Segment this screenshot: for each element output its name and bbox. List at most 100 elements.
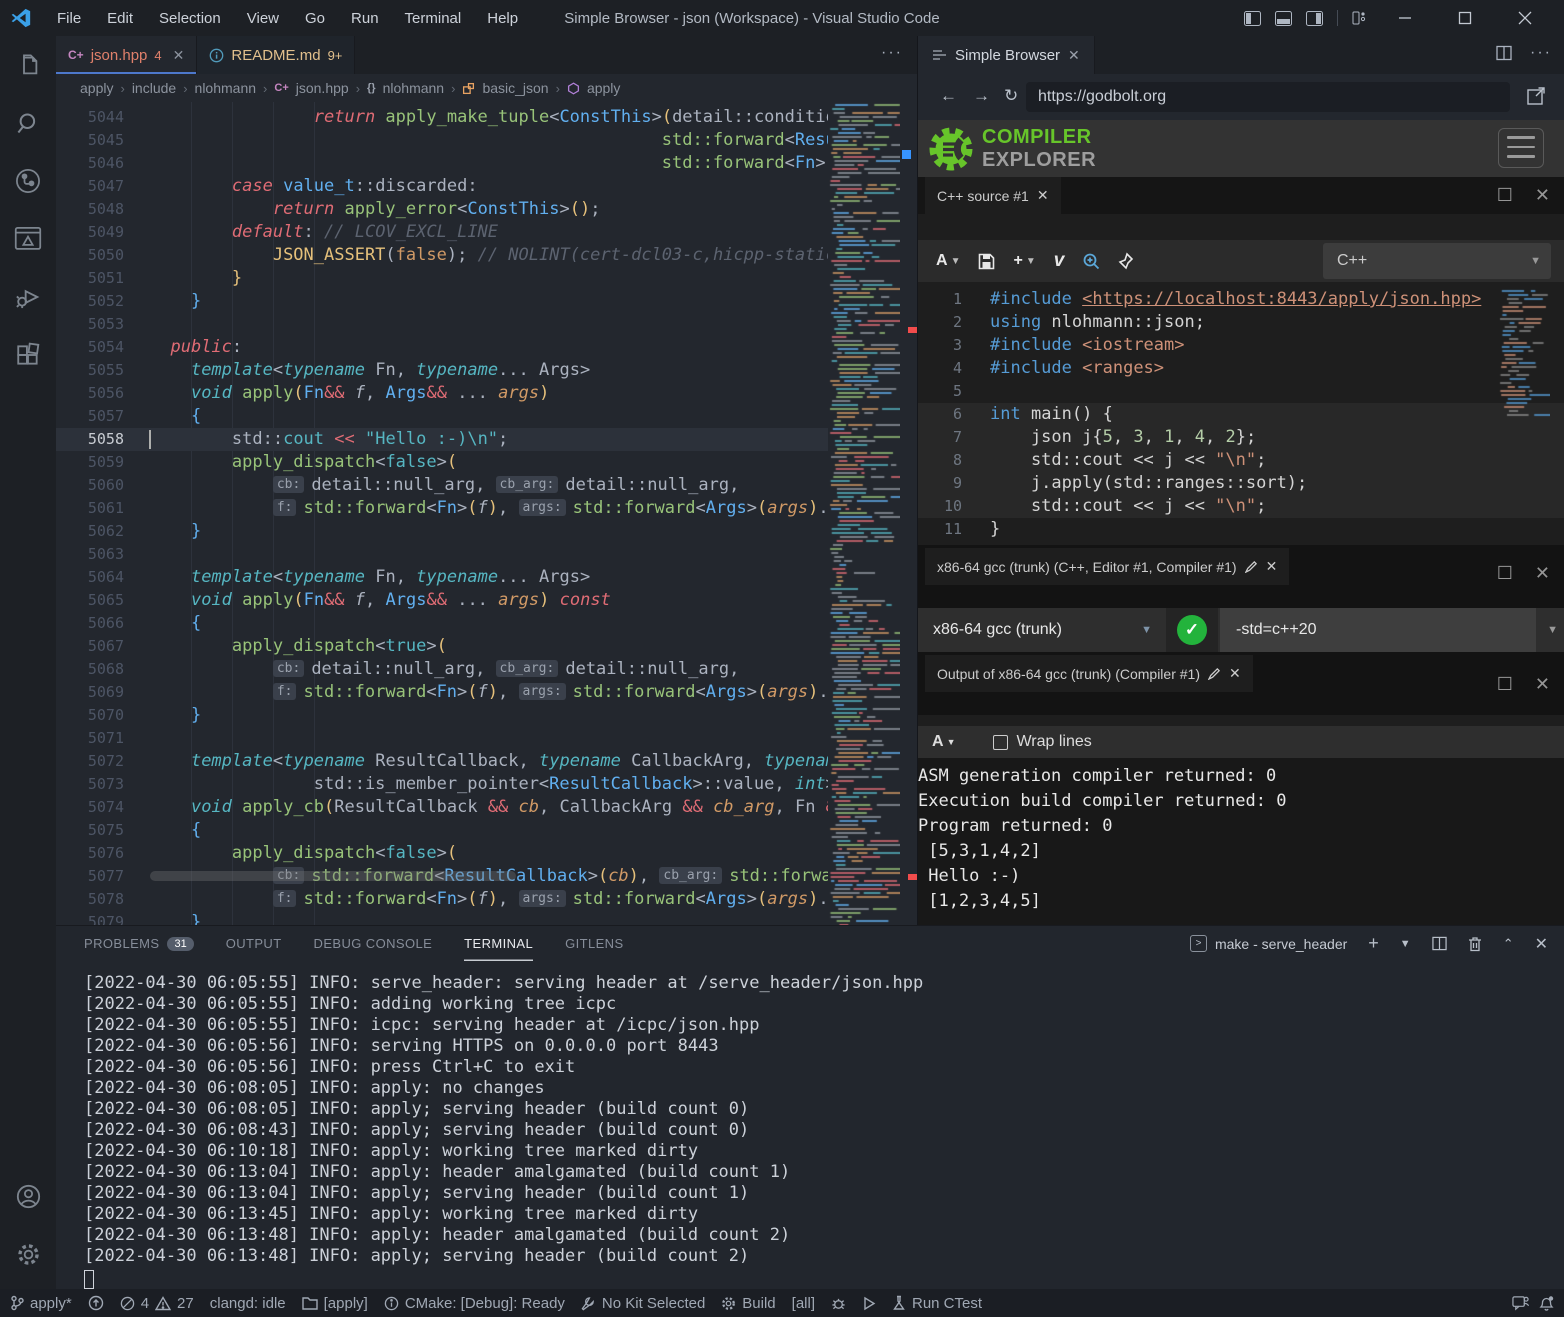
maximize-pane-icon[interactable]: ☐ (1497, 185, 1513, 206)
toggle-secondary-sidebar-icon[interactable] (1306, 11, 1323, 26)
args-dropdown-icon[interactable]: ▼ (1547, 608, 1558, 652)
toggle-panel-icon[interactable] (1275, 11, 1292, 26)
forward-icon[interactable]: → (973, 86, 990, 106)
new-terminal-icon[interactable]: + (1368, 933, 1379, 954)
compiler-args-input[interactable]: -std=c++20 (1220, 608, 1536, 652)
breadcrumb-item[interactable]: json.hpp (296, 80, 349, 96)
settings-gear-icon[interactable] (0, 1225, 56, 1283)
menu-view[interactable]: View (236, 6, 290, 31)
menu-go[interactable]: Go (294, 6, 336, 31)
back-icon[interactable]: ← (940, 86, 957, 106)
language-select[interactable]: C++▼ (1323, 243, 1551, 279)
workspace-status[interactable]: [apply] (294, 1295, 376, 1312)
debug-button[interactable] (823, 1296, 854, 1311)
clangd-status[interactable]: clangd: idle (202, 1295, 294, 1312)
launch-button[interactable] (854, 1296, 884, 1311)
kill-terminal-icon[interactable] (1468, 936, 1482, 952)
menu-help[interactable]: Help (476, 6, 529, 31)
zoom-icon[interactable] (1082, 252, 1100, 270)
menu-edit[interactable]: Edit (96, 6, 144, 31)
extensions-icon[interactable] (0, 326, 56, 384)
tab-cpp-source[interactable]: C++ source #1✕ (925, 177, 1061, 214)
hamburger-menu-icon[interactable] (1498, 128, 1544, 168)
tab-output[interactable]: Output of x86-64 gcc (trunk) (Compiler #… (925, 655, 1253, 692)
close-pane-icon[interactable]: ✕ (1535, 563, 1550, 584)
editor-more-actions[interactable]: ··· (881, 44, 903, 62)
tab-compiler[interactable]: x86-64 gcc (trunk) (C++, Editor #1, Comp… (925, 548, 1289, 585)
split-terminal-icon[interactable] (1432, 936, 1447, 951)
rename-icon[interactable] (1208, 667, 1221, 680)
tab-close-icon[interactable]: ✕ (1229, 665, 1241, 682)
rename-icon[interactable] (1245, 560, 1258, 573)
tab-output[interactable]: OUTPUT (226, 926, 282, 961)
ctest-button[interactable]: Run CTest (884, 1295, 990, 1312)
source-control-icon[interactable] (0, 152, 56, 210)
menu-run[interactable]: Run (340, 6, 390, 31)
publish-status[interactable] (80, 1295, 112, 1311)
problems-status[interactable]: 4 27 (112, 1295, 202, 1312)
pin-icon[interactable] (1118, 252, 1134, 270)
run-debug-icon[interactable] (0, 268, 56, 326)
terminal-dropdown-icon[interactable]: ▼ (1400, 938, 1411, 950)
close-pane-icon[interactable]: ✕ (1535, 185, 1550, 206)
kit-status[interactable]: No Kit Selected (573, 1295, 713, 1312)
tab-readme-md[interactable]: README.md 9+ (197, 36, 355, 74)
font-size-button[interactable]: A▼ (932, 733, 955, 751)
url-input[interactable]: https://godbolt.org (1026, 82, 1510, 112)
notifications-bell-icon[interactable] (1539, 1295, 1554, 1312)
maximize-button[interactable] (1442, 0, 1488, 36)
maximize-pane-icon[interactable]: ☐ (1497, 674, 1513, 695)
tab-close-icon[interactable]: ✕ (1068, 47, 1080, 64)
menu-file[interactable]: File (46, 6, 92, 31)
build-button[interactable]: Build (713, 1295, 783, 1312)
cmake-status[interactable]: CMake: [Debug]: Ready (376, 1295, 573, 1312)
open-external-icon[interactable] (1526, 86, 1546, 106)
test-panel-icon[interactable] (0, 210, 56, 268)
split-editor-icon[interactable] (1496, 45, 1512, 61)
close-button[interactable] (1502, 0, 1548, 36)
account-icon[interactable] (0, 1167, 56, 1225)
terminal-output[interactable]: [2022-04-30 06:05:55] INFO: serve_header… (84, 973, 1554, 1289)
save-icon[interactable] (978, 253, 995, 270)
explorer-icon[interactable] (0, 36, 56, 94)
add-pane-button[interactable]: +▼ (1013, 252, 1035, 270)
font-size-button[interactable]: A▼ (936, 252, 960, 270)
breadcrumb-item[interactable]: nlohmann (195, 80, 257, 96)
breadcrumb-item[interactable]: nlohmann (383, 80, 445, 96)
tab-close-icon[interactable]: ✕ (1037, 187, 1049, 204)
breadcrumb-item[interactable]: apply (587, 80, 620, 96)
menu-selection[interactable]: Selection (148, 6, 232, 31)
build-target[interactable]: [all] (784, 1295, 823, 1312)
godbolt-source-editor[interactable]: 1#include <https://localhost:8443/apply/… (918, 282, 1564, 545)
code-editor[interactable]: 5044 return apply_make_tuple<ConstThis>(… (56, 102, 917, 925)
maximize-panel-icon[interactable]: ⌃ (1503, 936, 1514, 952)
minimize-button[interactable] (1382, 0, 1428, 36)
tab-gitlens[interactable]: GITLENS (565, 926, 623, 961)
terminal-instance[interactable]: >make - serve_header (1190, 935, 1347, 952)
wrap-lines-checkbox[interactable] (993, 735, 1008, 750)
tab-problems[interactable]: PROBLEMS31 (84, 926, 194, 961)
maximize-pane-icon[interactable]: ☐ (1497, 563, 1513, 584)
reload-icon[interactable]: ↻ (1004, 86, 1018, 106)
branch-status[interactable]: apply* (0, 1295, 80, 1312)
tab-json-hpp[interactable]: C+ json.hpp 4 ✕ (56, 36, 197, 74)
tab-close-icon[interactable]: ✕ (1266, 558, 1278, 575)
customize-layout-icon[interactable] (1352, 10, 1368, 26)
breadcrumb-item[interactable]: apply (80, 80, 113, 96)
close-panel-icon[interactable]: ✕ (1535, 934, 1548, 954)
breadcrumb-item[interactable]: include (132, 80, 176, 96)
tab-terminal[interactable]: TERMINAL (464, 926, 533, 961)
compiler-select[interactable]: x86-64 gcc (trunk)▼ (925, 608, 1160, 652)
tab-simple-browser[interactable]: Simple Browser ✕ (918, 36, 1095, 74)
vim-mode-icon[interactable]: v (1054, 250, 1065, 272)
menu-terminal[interactable]: Terminal (394, 6, 473, 31)
toggle-sidebar-icon[interactable] (1244, 11, 1261, 26)
close-pane-icon[interactable]: ✕ (1535, 674, 1550, 695)
breadcrumb-item[interactable]: basic_json (482, 80, 548, 96)
horizontal-scrollbar[interactable] (150, 871, 516, 881)
minimap[interactable] (828, 102, 900, 925)
more-actions-icon[interactable]: ··· (1530, 45, 1552, 61)
search-icon[interactable] (0, 94, 56, 152)
feedback-icon[interactable] (1512, 1295, 1529, 1311)
tab-close-icon[interactable]: ✕ (173, 47, 185, 64)
